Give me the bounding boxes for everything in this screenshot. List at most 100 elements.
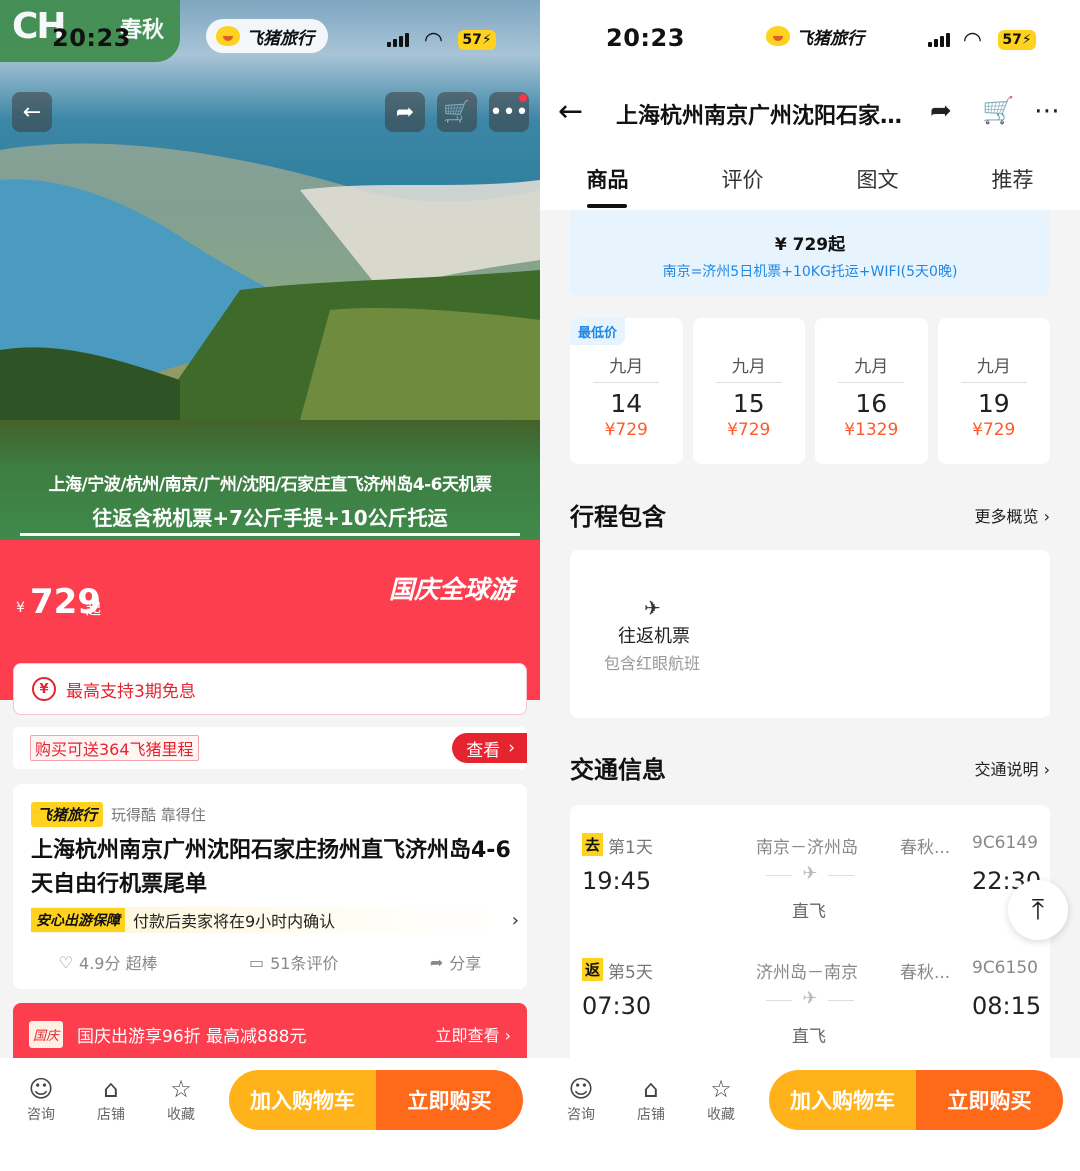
date-selector: 最低价 九月 14 ¥729 九月 15 ¥729 九月 16 ¥1329 九月… xyxy=(570,318,1050,464)
product-detail-screen: 20:23 飞猪旅行 ◠ 57⚡ ← 上海杭州南京广州沈阳石家庄扬州直飞济州岛4… xyxy=(540,0,1080,1171)
share-item[interactable]: ➦ 分享 xyxy=(430,950,481,974)
airplane-icon: ✈ xyxy=(766,863,854,884)
cart-icon[interactable]: 🛒 xyxy=(982,96,1014,126)
date-month: 九月 xyxy=(960,352,1027,383)
airplane-icon: ✈ xyxy=(644,596,661,620)
bottom-bar: ☺ 咨询 ⌂ 店铺 ☆ 收藏 加入购物车 立即购买 xyxy=(540,1058,1080,1171)
package-price: ¥ 729起 xyxy=(774,235,846,255)
status-bar: 20:23 飞猪旅行 ◠ 57 ⚡ xyxy=(0,0,540,78)
pig-logo-icon xyxy=(766,26,790,46)
date-price: ¥729 xyxy=(727,420,771,440)
date-option[interactable]: 九月 16 ¥1329 xyxy=(815,318,928,464)
chat-icon: ☺ xyxy=(28,1075,54,1103)
date-price: ¥1329 xyxy=(844,420,899,440)
lowest-price-label: 最低价 xyxy=(570,318,626,345)
assurance-row[interactable]: 安心出游保障 付款后卖家将在9小时内确认 › xyxy=(31,907,519,933)
chevron-right-icon: › xyxy=(508,738,515,758)
date-day: 14 xyxy=(610,389,643,418)
product-main-screen: CH 春秋 ← ➦ 🛒 ••• 上海/宁波/杭州/南京/广州/沈阳/石家庄直飞济… xyxy=(0,0,540,1171)
date-option[interactable]: 九月 15 ¥729 xyxy=(692,318,805,464)
consult-label: 咨询 xyxy=(567,1107,595,1123)
cart-button[interactable]: 🛒 xyxy=(437,92,477,132)
rating-item[interactable]: ♡ 4.9分 超棒 xyxy=(59,950,158,974)
flight-leg-return[interactable]: 返 第5天 07:30 济州岛－南京 春秋... 9C6150 08:15 ✈ … xyxy=(570,930,1050,1047)
status-bar: 20:23 飞猪旅行 ◠ 57 ⚡ xyxy=(540,0,1080,78)
promo-action-label: 立即查看 xyxy=(435,1026,500,1045)
shop-icon: ⌂ xyxy=(643,1075,659,1103)
flight-leg-outbound[interactable]: 去 第1天 19:45 南京－济州岛 春秋... 9C6149 22:30 ✈ … xyxy=(570,805,1050,922)
itinerary-card[interactable]: ✈ 往返机票 包含红眼航班 xyxy=(570,550,1050,718)
tab-details[interactable]: 图文 xyxy=(810,148,945,210)
brand-slogan: 玩得酷 靠得住 xyxy=(111,806,206,824)
miles-view-button[interactable]: 查看 › xyxy=(452,733,527,763)
scroll-to-top-button[interactable]: ⤒ xyxy=(1008,880,1068,940)
share-icon[interactable]: ➦ xyxy=(930,96,952,126)
purchase-buttons: 加入购物车 立即购买 xyxy=(229,1070,523,1130)
price-currency: ¥ xyxy=(16,600,25,616)
reviews-item[interactable]: ▭ 51条评价 xyxy=(249,950,339,974)
stats-row: ♡ 4.9分 超棒 ▭ 51条评价 ➦ 分享 xyxy=(13,950,527,974)
traffic-more-link[interactable]: 交通说明 › xyxy=(974,756,1050,780)
nav-bar: ← 上海杭州南京广州沈阳石家庄扬州直飞济州岛4-6天自由行机票尾单 ➦ 🛒 ⋯ xyxy=(540,78,1080,148)
tab-bar: 商品 评价 图文 推荐 xyxy=(540,148,1080,210)
date-option[interactable]: 最低价 九月 14 ¥729 xyxy=(570,318,683,464)
add-to-cart-button[interactable]: 加入购物车 xyxy=(229,1070,376,1130)
leg-departure-time: 19:45 xyxy=(582,867,652,895)
itinerary-more-link[interactable]: 更多概览 › xyxy=(974,503,1050,527)
shop-label: 店铺 xyxy=(637,1107,665,1123)
price-suffix: 起 xyxy=(86,600,102,618)
consult-button[interactable]: ☺ 咨询 xyxy=(16,1074,66,1124)
promo-banner[interactable]: 国庆 国庆出游享96折 最高减888元 立即查看 › xyxy=(13,1003,527,1065)
heart-icon: ♡ xyxy=(58,952,74,972)
favorite-label: 收藏 xyxy=(707,1107,735,1123)
date-day: 16 xyxy=(855,389,888,418)
promo-badge: 国庆 xyxy=(29,1020,64,1048)
consult-label: 咨询 xyxy=(27,1107,55,1123)
leg-tag: 返 xyxy=(582,958,604,981)
date-option[interactable]: 九月 19 ¥729 xyxy=(937,318,1050,464)
share-button[interactable]: ➦ xyxy=(385,92,425,132)
assurance-text: 付款后卖家将在9小时内确认 xyxy=(133,912,336,931)
more-button[interactable]: ••• xyxy=(489,92,529,132)
chevron-right-icon: › xyxy=(1043,760,1050,779)
itinerary-more-label: 更多概览 xyxy=(974,507,1039,526)
reviews-text: 51条评价 xyxy=(270,954,339,973)
brand-pill-label: 飞猪旅行 xyxy=(246,28,314,49)
date-price: ¥729 xyxy=(604,420,648,440)
favorite-label: 收藏 xyxy=(167,1107,195,1123)
favorite-button[interactable]: ☆ 收藏 xyxy=(156,1074,206,1124)
brand-pill-label: 飞猪旅行 xyxy=(796,28,864,49)
shop-button[interactable]: ⌂ 店铺 xyxy=(86,1074,136,1124)
brand-badge: 飞猪旅行 xyxy=(31,802,104,827)
itinerary-item: 往返机票 xyxy=(618,626,690,647)
arrow-left-icon[interactable]: ← xyxy=(558,94,583,129)
battery-icon: 57 ⚡ xyxy=(998,30,1036,50)
add-to-cart-button[interactable]: 加入购物车 xyxy=(769,1070,916,1130)
miles-view-label: 查看 xyxy=(466,740,501,761)
back-button[interactable]: ← xyxy=(12,92,52,132)
package-option[interactable]: ¥ 729起 南京=济州5日机票+10KG托运+WIFI(5天0晚) xyxy=(570,210,1050,296)
chat-icon: ☺ xyxy=(568,1075,594,1103)
nav-title: 上海杭州南京广州沈阳石家庄扬州直飞济州岛4-6天自由行机票尾单 xyxy=(616,104,906,129)
date-price: ¥729 xyxy=(972,420,1016,440)
buy-now-button[interactable]: 立即购买 xyxy=(916,1070,1063,1130)
hero-image: CH 春秋 ← ➦ 🛒 ••• 上海/宁波/杭州/南京/广州/沈阳/石家庄直飞济… xyxy=(0,0,540,545)
tab-recommend[interactable]: 推荐 xyxy=(945,148,1080,210)
traffic-more-label: 交通说明 xyxy=(974,760,1039,779)
leg-airline: 春秋... xyxy=(900,963,951,983)
tab-reviews[interactable]: 评价 xyxy=(675,148,810,210)
consult-button[interactable]: ☺ 咨询 xyxy=(556,1074,606,1124)
star-icon: ☆ xyxy=(710,1075,732,1103)
installment-banner[interactable]: ¥ 最高支持3期免息 xyxy=(13,663,527,715)
tab-product[interactable]: 商品 xyxy=(540,148,675,210)
shop-button[interactable]: ⌂ 店铺 xyxy=(626,1074,676,1124)
buy-now-button[interactable]: 立即购买 xyxy=(376,1070,523,1130)
date-month: 九月 xyxy=(715,352,782,383)
comment-icon: ▭ xyxy=(248,952,265,972)
leg-type: 直飞 xyxy=(792,1027,826,1047)
favorite-button[interactable]: ☆ 收藏 xyxy=(696,1074,746,1124)
more-icon[interactable]: ⋯ xyxy=(1034,96,1060,126)
campaign-tag: 国庆全球游 xyxy=(388,575,514,604)
signal-icon xyxy=(928,33,950,47)
promo-action[interactable]: 立即查看 › xyxy=(436,1022,512,1046)
